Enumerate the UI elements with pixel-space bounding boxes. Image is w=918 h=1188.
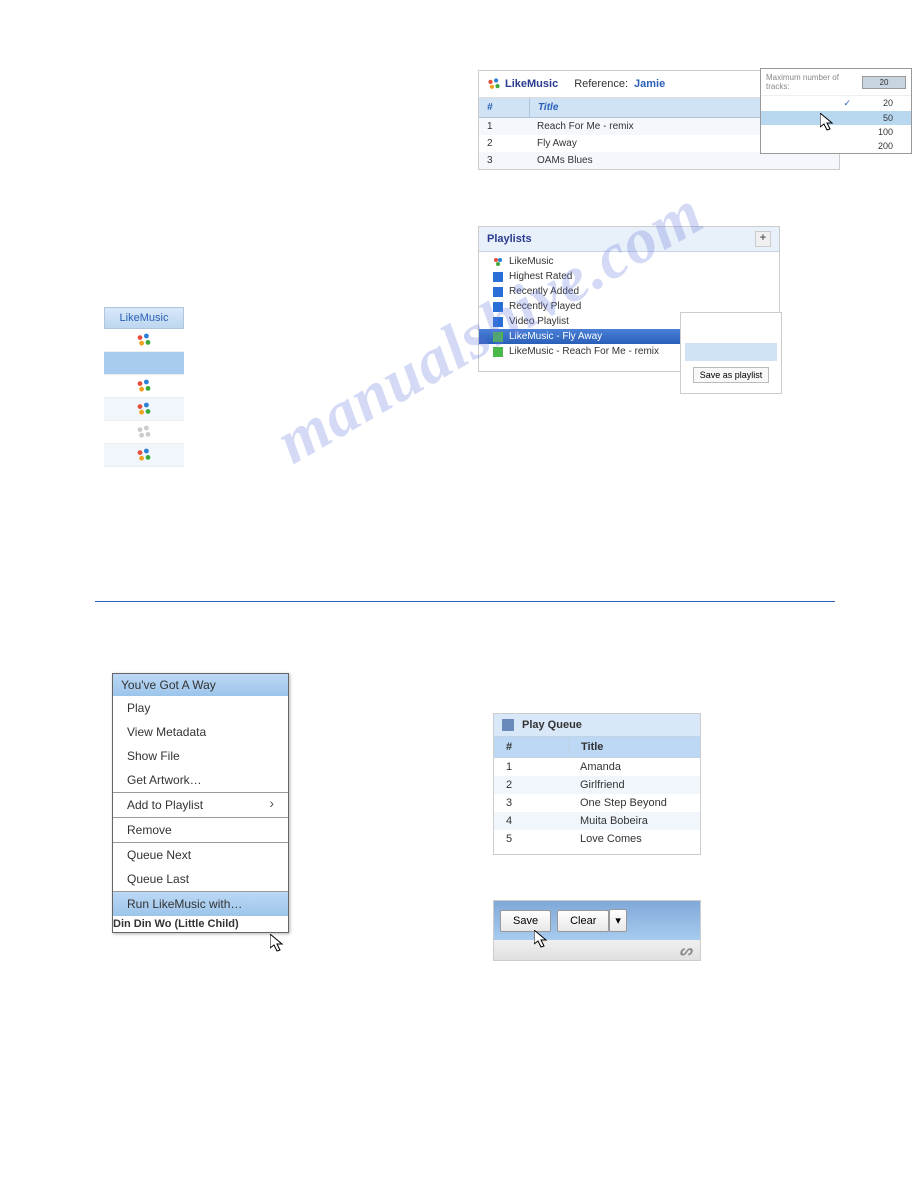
queue-row[interactable]: 5Love Comes: [494, 830, 700, 848]
reference-value: Jamie: [634, 78, 665, 90]
max-tracks-option[interactable]: 100: [761, 125, 911, 139]
playlists-header: Playlists: [487, 233, 532, 245]
menu-item-show-file[interactable]: Show File: [113, 744, 288, 768]
likemusic-status-row[interactable]: [104, 375, 184, 398]
background-track-label: Din Din Wo (Little Child): [103, 916, 288, 932]
queue-column-number: #: [494, 737, 569, 757]
track-column-number: #: [479, 98, 530, 117]
save-as-playlist-button[interactable]: Save as playlist: [693, 367, 770, 383]
playlist-icon: [493, 332, 503, 342]
track-row[interactable]: 3 OAMs Blues: [479, 152, 839, 169]
section-divider: [95, 601, 835, 602]
likemusic-icon: [136, 332, 152, 348]
menu-item-run-likemusic[interactable]: Run LikeMusic with…: [113, 892, 288, 916]
menu-item-queue-last[interactable]: Queue Last: [113, 867, 288, 891]
menu-item-get-artwork[interactable]: Get Artwork…: [113, 768, 288, 792]
queue-row[interactable]: 2Girlfriend: [494, 776, 700, 794]
queue-row[interactable]: 3One Step Beyond: [494, 794, 700, 812]
queue-row[interactable]: 4Muita Bobeira: [494, 812, 700, 830]
play-queue-panel: Play Queue # Title 1Amanda 2Girlfriend 3…: [493, 713, 701, 855]
playlist-preview-bar: [685, 343, 777, 361]
menu-item-remove[interactable]: Remove: [113, 818, 288, 842]
save-as-playlist-popup: Save as playlist: [680, 312, 782, 394]
likemusic-status-row[interactable]: [104, 421, 184, 444]
menu-item-add-to-playlist[interactable]: Add to Playlist: [113, 793, 288, 817]
queue-actions-panel: Save Clear ▾ ᔕ: [493, 900, 701, 961]
menu-item-view-metadata[interactable]: View Metadata: [113, 720, 288, 744]
brand-swirl-icon: ᔕ: [680, 942, 692, 959]
likemusic-logo: LikeMusic: [487, 77, 558, 91]
likemusic-status-row[interactable]: [104, 352, 184, 375]
reference-label: Reference:: [574, 78, 628, 90]
queue-column-title: Title: [569, 737, 700, 757]
playlist-icon: [493, 317, 503, 327]
menu-item-play[interactable]: Play: [113, 696, 288, 720]
playlist-icon: [493, 287, 503, 297]
menu-item-queue-next[interactable]: Queue Next: [113, 843, 288, 867]
playlist-item[interactable]: LikeMusic: [489, 254, 779, 269]
playlist-icon: [493, 347, 503, 357]
likemusic-column: LikeMusic: [104, 307, 184, 467]
save-button[interactable]: Save: [500, 910, 551, 932]
clear-dropdown-button[interactable]: ▾: [609, 909, 627, 932]
playlist-icon: [493, 272, 503, 282]
context-menu-title: You've Got A Way: [113, 674, 288, 696]
likemusic-icon: [493, 257, 503, 267]
play-queue-title: Play Queue: [522, 719, 582, 731]
likemusic-logo-icon: [487, 77, 501, 91]
playlist-item[interactable]: Highest Rated: [489, 269, 779, 284]
playlist-icon: [493, 302, 503, 312]
max-tracks-option[interactable]: 50: [761, 111, 911, 125]
likemusic-icon: [136, 447, 152, 463]
likemusic-icon: [136, 378, 152, 394]
likemusic-status-row[interactable]: [104, 398, 184, 421]
likemusic-column-header: LikeMusic: [104, 307, 184, 329]
likemusic-status-row[interactable]: [104, 329, 184, 352]
likemusic-icon-gray: [136, 424, 152, 440]
likemusic-icon: [136, 401, 152, 417]
clear-button[interactable]: Clear: [557, 910, 609, 932]
playlist-item[interactable]: Recently Added: [489, 284, 779, 299]
track-context-menu: You've Got A Way Play View Metadata Show…: [112, 673, 289, 933]
queue-row[interactable]: 1Amanda: [494, 758, 700, 776]
max-tracks-selected[interactable]: 20: [862, 76, 906, 89]
add-playlist-button[interactable]: +: [755, 231, 771, 247]
max-tracks-option[interactable]: 20: [761, 96, 911, 111]
max-tracks-dropdown[interactable]: Maximum number of tracks: 20 20 50 100 2…: [760, 68, 912, 154]
cursor-icon: [270, 934, 286, 954]
max-tracks-option[interactable]: 200: [761, 139, 911, 153]
likemusic-status-row[interactable]: [104, 444, 184, 467]
max-tracks-label: Maximum number of tracks:: [766, 73, 862, 91]
play-queue-icon: [502, 719, 514, 731]
